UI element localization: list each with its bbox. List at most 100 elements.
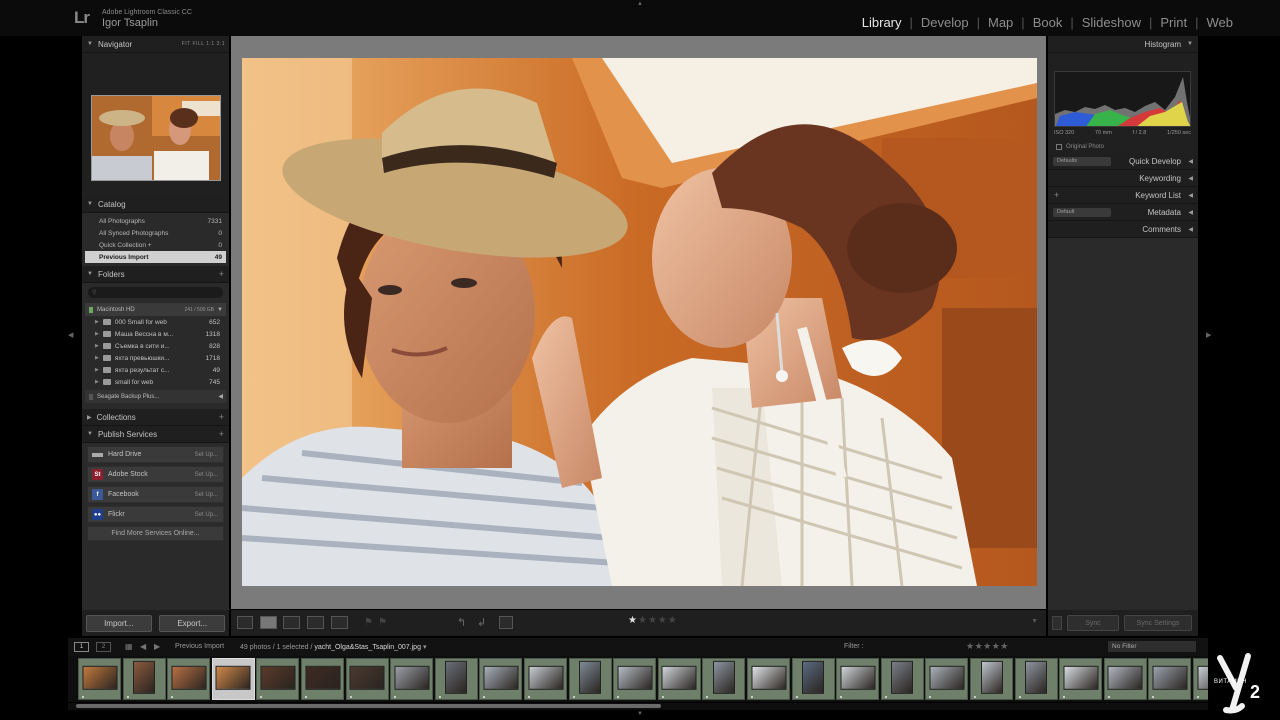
filmstrip-thumbnail[interactable]: [925, 658, 969, 700]
folder-item[interactable]: ▶ small for web 745: [85, 376, 226, 388]
filmstrip-thumbnail[interactable]: [1059, 658, 1103, 700]
publish-service-item[interactable]: f Facebook Set Up...: [87, 486, 224, 503]
sync-button[interactable]: Sync: [1067, 615, 1119, 631]
import-button[interactable]: Import...: [85, 614, 152, 632]
chevron-down-icon[interactable]: ▾: [423, 644, 427, 651]
triangle-right-icon[interactable]: ▶: [95, 355, 99, 361]
quick-develop-preset-select[interactable]: Defaults: [1053, 157, 1111, 166]
add-publish-service-plus-icon[interactable]: +: [219, 429, 224, 439]
add-collection-plus-icon[interactable]: +: [219, 412, 224, 422]
primary-display-button[interactable]: 1: [74, 642, 89, 652]
keyword-list-header[interactable]: + Keyword List ◀: [1048, 187, 1198, 204]
filmstrip-thumbnail[interactable]: [747, 658, 790, 700]
publish-service-item[interactable]: St Adobe Stock Set Up...: [87, 466, 224, 483]
module-print[interactable]: Print: [1160, 15, 1187, 30]
filter-stars[interactable]: ★★★★★: [966, 641, 1009, 652]
add-keyword-plus-icon[interactable]: +: [1054, 190, 1059, 200]
flag-reject-icon[interactable]: ⚑: [378, 617, 387, 628]
filmstrip-thumbnail[interactable]: [524, 658, 567, 700]
quick-develop-header[interactable]: Defaults Quick Develop ◀: [1048, 153, 1198, 170]
histogram-header[interactable]: Histogram ▼: [1048, 36, 1198, 53]
filmstrip-thumbnail[interactable]: [702, 658, 746, 700]
set-up-button[interactable]: Set Up...: [195, 472, 218, 478]
catalog-item[interactable]: Previous Import 49: [85, 251, 226, 263]
star-icon[interactable]: ★: [638, 615, 648, 626]
publish-service-item[interactable]: Hard Drive Set Up...: [87, 446, 224, 463]
folder-item[interactable]: ▶ 000 Small for web 652: [85, 316, 226, 328]
flag-pick-icon[interactable]: ⚑: [364, 617, 373, 628]
grid-view-icon[interactable]: [237, 616, 253, 629]
filmstrip-thumbnail[interactable]: [836, 658, 880, 700]
toolbar-options-chevron-icon[interactable]: ▼: [1031, 618, 1038, 625]
rotate-left-icon[interactable]: ↰: [457, 616, 466, 629]
collapse-top-arrow-icon[interactable]: ▲: [637, 1, 643, 7]
filmstrip-thumbnail[interactable]: [390, 658, 434, 700]
triangle-right-icon[interactable]: ▶: [95, 319, 99, 325]
folder-item[interactable]: ▶ Маша Весcна в м... 1318: [85, 328, 226, 340]
filmstrip-thumbnail[interactable]: [970, 658, 1013, 700]
histogram-graph[interactable]: [1054, 71, 1191, 127]
people-view-icon[interactable]: [331, 616, 348, 629]
right-panel-edge[interactable]: ▶: [1202, 36, 1214, 636]
selected-filename[interactable]: yacht_Olga&Stas_Tsaplin_007.jpg: [314, 644, 421, 651]
filmstrip-source[interactable]: Previous Import: [175, 643, 224, 650]
module-slideshow[interactable]: Slideshow: [1082, 15, 1141, 30]
export-button[interactable]: Export...: [159, 614, 226, 632]
filmstrip-thumbnail[interactable]: [434, 658, 478, 700]
back-arrow-icon[interactable]: ◀: [140, 642, 146, 651]
filmstrip-thumbnail[interactable]: [1103, 658, 1147, 700]
star-rating[interactable]: ★★★★★: [628, 615, 678, 626]
checkbox[interactable]: [1056, 144, 1062, 150]
star-icon[interactable]: ★: [668, 615, 678, 626]
set-up-button[interactable]: Set Up...: [195, 492, 218, 498]
collapse-bottom-arrow-icon[interactable]: ▼: [637, 711, 643, 717]
left-panel-edge[interactable]: ◀: [68, 36, 80, 636]
filmstrip-scrollbar[interactable]: [68, 703, 1208, 710]
folder-item[interactable]: ▶ яхта результат с... 49: [85, 364, 226, 376]
forward-arrow-icon[interactable]: ▶: [154, 642, 160, 651]
collapse-right-arrow-icon[interactable]: ▶: [1206, 331, 1211, 339]
collections-header[interactable]: ▶ Collections +: [82, 409, 229, 426]
module-book[interactable]: Book: [1033, 15, 1063, 30]
folder-item[interactable]: ▶ Съемка в сити и... 828: [85, 340, 226, 352]
set-up-button[interactable]: Set Up...: [195, 452, 218, 458]
rotate-right-icon[interactable]: ↲: [477, 616, 486, 629]
survey-view-icon[interactable]: [307, 616, 324, 629]
catalog-item[interactable]: All Synced Photographs 0: [85, 227, 226, 239]
set-up-button[interactable]: Set Up...: [195, 512, 218, 518]
metadata-preset-select[interactable]: Default: [1053, 208, 1111, 217]
publish-services-header[interactable]: ▼ Publish Services +: [82, 426, 229, 443]
volume-macintosh-hd[interactable]: Macintosh HD 241 / 500 GB ▼: [85, 303, 226, 316]
auto-sync-toggle[interactable]: [1052, 616, 1062, 630]
filmstrip-thumbnail[interactable]: [568, 658, 612, 700]
comments-header[interactable]: Comments ◀: [1048, 221, 1198, 238]
filmstrip-thumbnail[interactable]: [479, 658, 523, 700]
star-icon[interactable]: ★: [648, 615, 658, 626]
original-photo-toggle[interactable]: Original Photo: [1056, 144, 1104, 150]
navigator-zoom-options[interactable]: FIT FILL 1:1 3:1: [182, 41, 225, 47]
filmstrip-scroll-thumb[interactable]: [76, 704, 661, 708]
filmstrip-thumbnail[interactable]: [256, 658, 300, 700]
catalog-item[interactable]: All Photographs 7331: [85, 215, 226, 227]
module-web[interactable]: Web: [1207, 15, 1234, 30]
navigator-thumbnail[interactable]: [91, 95, 221, 181]
navigator-header[interactable]: ▼ Navigator FIT FILL 1:1 3:1: [82, 36, 229, 53]
secondary-display-button[interactable]: 2: [96, 642, 111, 652]
filmstrip-thumbnail[interactable]: [1014, 658, 1058, 700]
filmstrip-thumbnail[interactable]: [301, 658, 344, 700]
filmstrip-thumbnail[interactable]: [122, 658, 166, 700]
volume-seagate[interactable]: Seagate Backup Plus... ◀: [85, 390, 226, 403]
folders-header[interactable]: ▼ Folders +: [82, 266, 229, 283]
loupe-view-icon[interactable]: [260, 616, 277, 629]
grid-view-icon[interactable]: ▦: [125, 642, 133, 651]
filmstrip-thumbnail[interactable]: [791, 658, 835, 700]
module-map[interactable]: Map: [988, 15, 1013, 30]
catalog-header[interactable]: ▼ Catalog: [82, 196, 229, 213]
zoom-fit-icon[interactable]: [499, 616, 513, 629]
collapse-left-arrow-icon[interactable]: ◀: [68, 331, 73, 339]
metadata-header[interactable]: Default Metadata ◀: [1048, 204, 1198, 221]
filter-select[interactable]: No Filter: [1108, 641, 1196, 652]
catalog-item[interactable]: Quick Collection + 0: [85, 239, 226, 251]
filmstrip-thumbnail[interactable]: [78, 658, 121, 700]
keywording-header[interactable]: Keywording ◀: [1048, 170, 1198, 187]
